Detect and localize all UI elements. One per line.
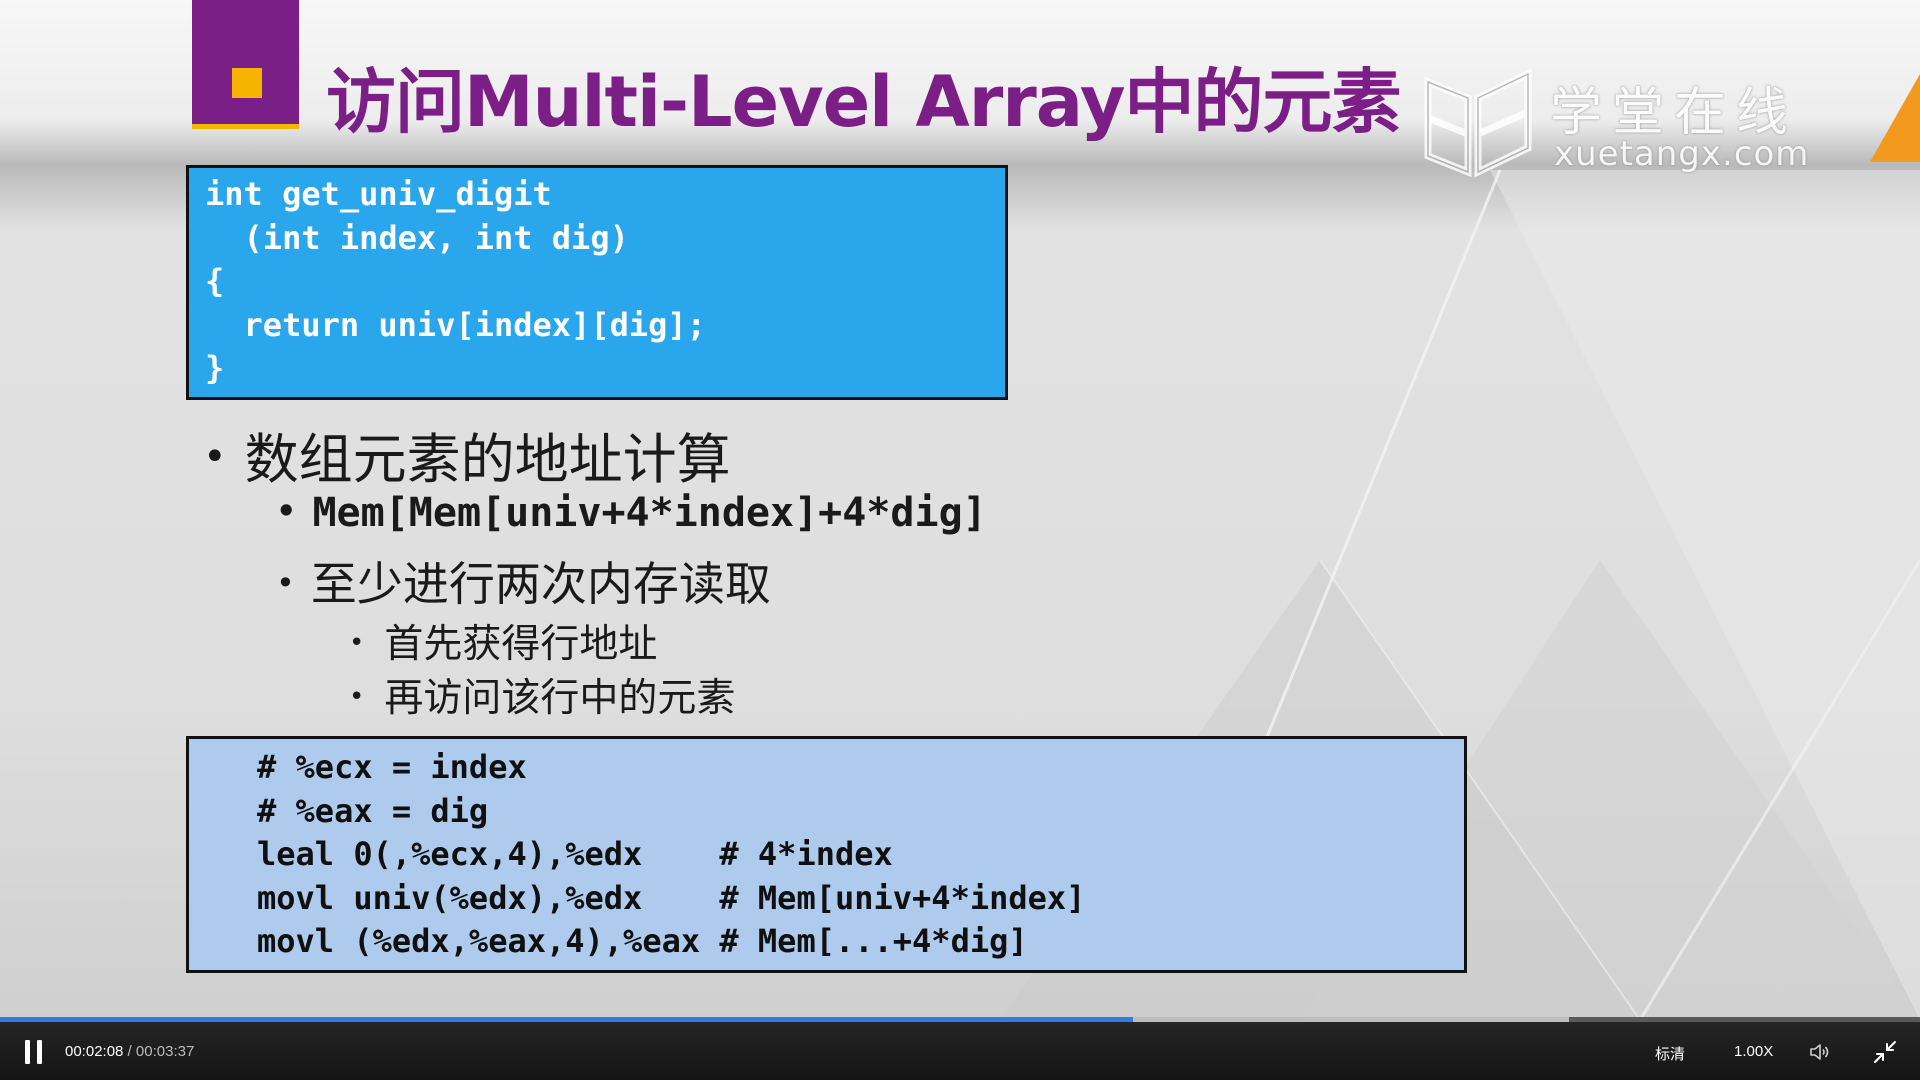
slide-title: 访问Multi-Level Array中的元素 bbox=[326, 61, 1401, 143]
watermark: 学堂在线 xuetangx.com bbox=[1420, 64, 1808, 184]
quality-button[interactable]: 标清 bbox=[1655, 1043, 1685, 1064]
pause-button[interactable] bbox=[22, 1040, 46, 1064]
watermark-url-text: xuetangx.com bbox=[1554, 134, 1810, 174]
slide: 访问Multi-Level Array中的元素 学堂在线 xuetangx.co… bbox=[0, 0, 1920, 1020]
bullet-level3: • 首先获得行地址 bbox=[349, 613, 657, 669]
exit-fullscreen-button[interactable] bbox=[1873, 1040, 1897, 1064]
bullet-text: Mem[Mem[univ+4*index]+4*dig] bbox=[312, 490, 987, 536]
bullet-level1: • 数组元素的地址计算 bbox=[203, 415, 731, 494]
total-time: 00:03:37 bbox=[135, 1043, 195, 1060]
time-separator: / bbox=[123, 1043, 136, 1060]
exit-fullscreen-icon bbox=[1874, 1041, 1896, 1063]
orange-corner-decoration bbox=[1870, 74, 1920, 162]
bullet-dot: • bbox=[203, 434, 227, 480]
progress-bar[interactable] bbox=[0, 1017, 1920, 1022]
bullet-dot: • bbox=[349, 682, 365, 712]
bullet-text: 数组元素的地址计算 bbox=[244, 428, 731, 491]
current-time: 00:02:08 bbox=[65, 1043, 124, 1060]
bullet-level3: • 再访问该行中的元素 bbox=[349, 667, 735, 723]
title-accent-square bbox=[192, 0, 299, 129]
bullet-text: 首先获得行地址 bbox=[384, 622, 658, 667]
bullet-text: 至少进行两次内存读取 bbox=[310, 557, 771, 611]
playback-speed-button[interactable]: 1.00X bbox=[1734, 1043, 1773, 1060]
bullet-dot: • bbox=[349, 628, 365, 658]
bullet-level2: • 至少进行两次内存读取 bbox=[276, 548, 771, 614]
c-code-block: int get_univ_digit (int index, int dig) … bbox=[186, 165, 1008, 400]
title-accent-inner bbox=[232, 68, 262, 98]
video-control-bar bbox=[0, 1020, 1920, 1080]
bullet-dot: • bbox=[276, 492, 297, 530]
bullet-level2: • Mem[Mem[univ+4*index]+4*dig] bbox=[276, 490, 987, 536]
volume-button[interactable] bbox=[1808, 1040, 1832, 1064]
xuetangx-logo-icon bbox=[1424, 68, 1532, 178]
bullet-text: 再访问该行中的元素 bbox=[384, 676, 736, 721]
volume-icon bbox=[1810, 1044, 1829, 1060]
time-display: 00:02:08 / 00:03:37 bbox=[65, 1043, 194, 1060]
bullet-dot: • bbox=[276, 564, 295, 602]
progress-played bbox=[0, 1017, 1133, 1022]
assembly-code-block: # %ecx = index # %eax = dig leal 0(,%ecx… bbox=[186, 736, 1467, 973]
